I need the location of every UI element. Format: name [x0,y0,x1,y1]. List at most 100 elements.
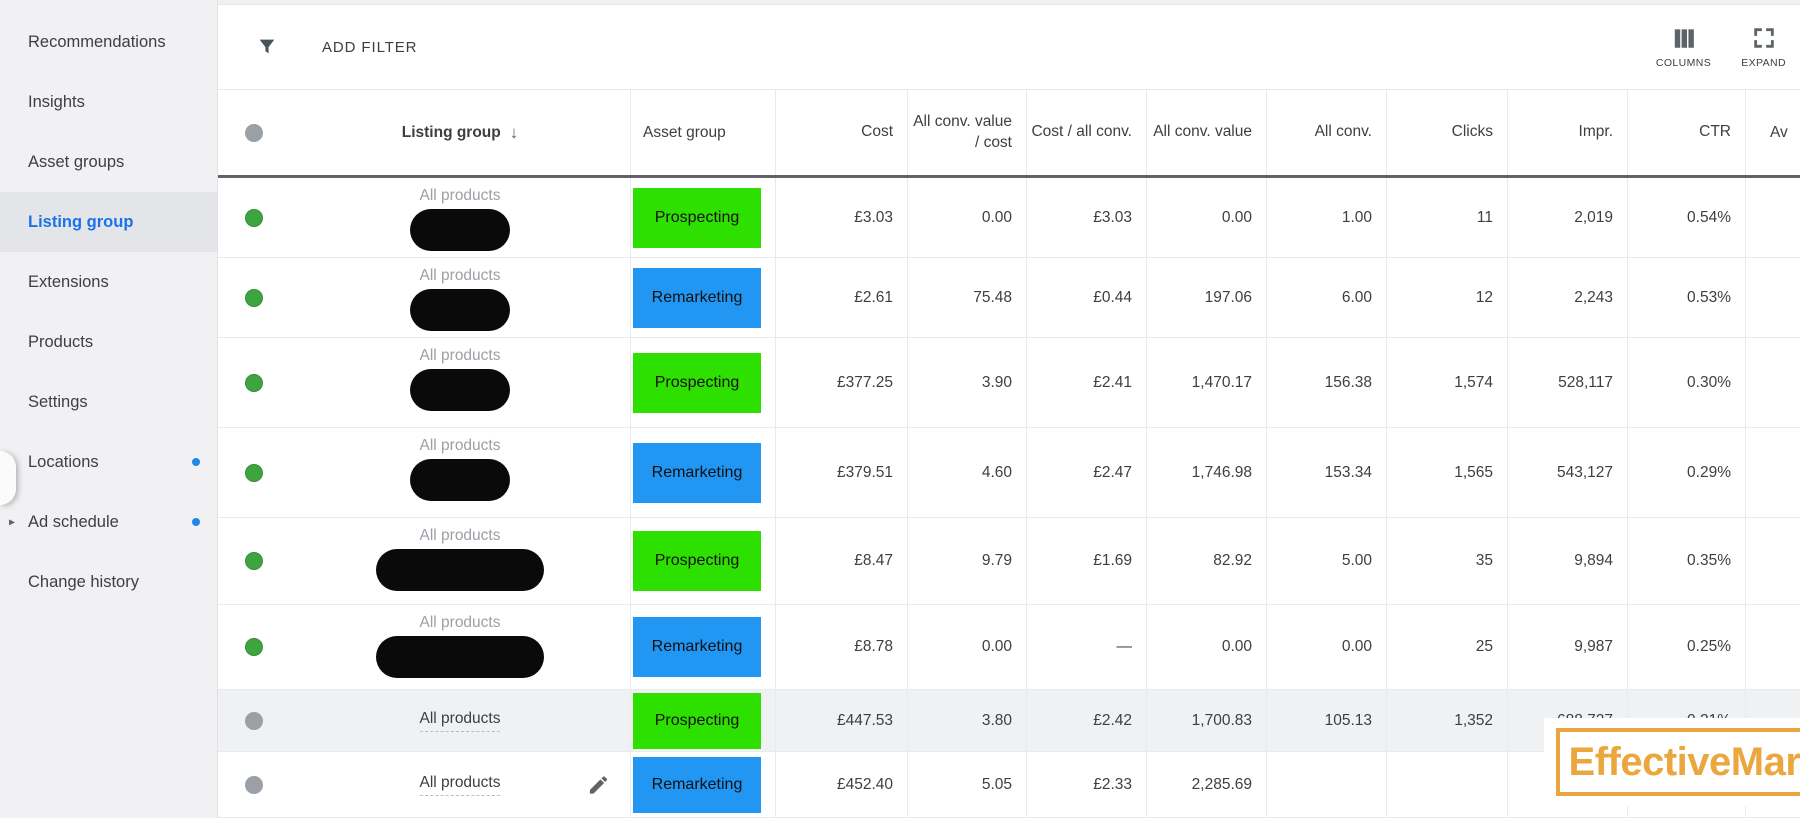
clicks-cell: 1,574 [1386,338,1507,427]
sidebar-item-label: Listing group [28,213,133,232]
asset-group-cell: Prospecting [630,338,775,427]
asset-group-badge: Prospecting [633,693,761,749]
expand-button[interactable]: EXPAND [1741,25,1786,69]
notification-dot-icon [192,518,200,526]
all-conv-value-cell: 82.92 [1146,518,1266,604]
table-row[interactable]: All products Prospecting £377.25 3.90 £2… [218,338,1800,428]
columns-label: COLUMNS [1656,57,1711,69]
listing-group-label: All products [420,710,501,732]
sidebar-item-ad-schedule[interactable]: ▸ Ad schedule [0,492,217,552]
clicks-cell: 11 [1386,178,1507,257]
ctr-cell: 0.53% [1627,258,1745,337]
asset-group-badge: Prospecting [633,531,761,591]
status-cell [218,428,290,517]
status-cell [218,752,290,817]
ctr-cell: 0.30% [1627,338,1745,427]
listing-group-label: All products [420,267,501,285]
sidebar-item-products[interactable]: ▸ Products [0,312,217,372]
asset-group-cell: Prospecting [630,690,775,751]
status-dot [245,638,263,656]
listing-group-cell[interactable]: All products [290,428,630,517]
sidebar-item-settings[interactable]: ▸ Settings [0,372,217,432]
status-dot [245,776,263,794]
header-all-conv-value[interactable]: All conv. value [1146,90,1266,175]
sidebar-item-label: Recommendations [28,33,166,52]
clicks-cell: 1,565 [1386,428,1507,517]
ctr-cell: 0.25% [1627,605,1745,689]
asset-group-cell: Prospecting [630,518,775,604]
header-listing-group[interactable]: Listing group ↓ [290,90,630,175]
header-all-conv[interactable]: All conv. [1266,90,1386,175]
sidebar-item-insights[interactable]: ▸ Insights [0,72,217,132]
table-row[interactable]: All products Remarketing £2.61 75.48 £0.… [218,258,1800,338]
avg-truncated-cell [1745,338,1800,427]
listing-group-cell[interactable]: All products [290,690,630,751]
ctr-cell: 0.54% [1627,178,1745,257]
redaction-bar [410,369,510,411]
status-dot [245,289,263,307]
listing-group-cell[interactable]: All products [290,605,630,689]
chevron-right-icon[interactable]: ▸ [9,514,15,528]
all-conv-value-cell: 1,700.83 [1146,690,1266,751]
header-impr[interactable]: Impr. [1507,90,1627,175]
status-cell [218,690,290,751]
all-conv-value-per-cost-cell: 9.79 [907,518,1026,604]
cost-per-all-conv-cell: £3.03 [1026,178,1146,257]
listing-group-label: All products [420,347,501,365]
table-row[interactable]: All products Remarketing £379.51 4.60 £2… [218,428,1800,518]
all-conv-cell: 6.00 [1266,258,1386,337]
listing-group-cell[interactable]: All products [290,178,630,257]
edit-icon[interactable] [587,773,610,796]
listing-group-cell[interactable]: All products [290,338,630,427]
table-row[interactable]: All products Remarketing £8.78 0.00 — 0.… [218,605,1800,690]
sidebar-item-recommendations[interactable]: ▸ Recommendations [0,12,217,72]
header-cost[interactable]: Cost [775,90,907,175]
sidebar-item-label: Locations [28,453,99,472]
header-asset-group[interactable]: Asset group [630,90,775,175]
listing-group-cell[interactable]: All products [290,518,630,604]
cost-cell: £8.47 [775,518,907,604]
listing-group-cell[interactable]: All products [290,752,630,817]
asset-group-badge: Prospecting [633,188,761,248]
cost-per-all-conv-cell: — [1026,605,1146,689]
asset-group-cell: Remarketing [630,605,775,689]
table-row[interactable]: All products Prospecting £8.47 9.79 £1.6… [218,518,1800,605]
header-cost-per-all-conv[interactable]: Cost / all conv. [1026,90,1146,175]
redaction-bar [410,209,510,251]
all-conv-value-per-cost-cell: 0.00 [907,178,1026,257]
all-conv-value-per-cost-cell: 75.48 [907,258,1026,337]
sidebar-item-locations[interactable]: ▸ Locations [0,432,217,492]
sidebar-item-extensions[interactable]: ▸ Extensions [0,252,217,312]
listing-group-cell[interactable]: All products [290,258,630,337]
columns-button[interactable]: COLUMNS [1656,25,1711,69]
header-all-conv-value-per-cost[interactable]: All conv. value / cost [907,90,1026,175]
header-clicks[interactable]: Clicks [1386,90,1507,175]
status-cell [218,178,290,257]
sort-descending-icon: ↓ [510,123,519,143]
sidebar-item-label: Products [28,333,93,352]
cost-cell: £452.40 [775,752,907,817]
sidebar-item-asset-groups[interactable]: ▸ Asset groups [0,132,217,192]
cost-per-all-conv-cell: £2.47 [1026,428,1146,517]
sidebar: ▸ Recommendations ▸ Insights ▸ Asset gro… [0,0,218,818]
add-filter-button[interactable]: ADD FILTER [256,36,417,58]
all-conv-value-cell: 0.00 [1146,178,1266,257]
status-dot [245,552,263,570]
cost-per-all-conv-cell: £2.33 [1026,752,1146,817]
avg-truncated-cell [1745,518,1800,604]
sidebar-item-label: Asset groups [28,153,124,172]
sidebar-item-listing-group[interactable]: ▸ Listing group [0,192,217,252]
all-conv-cell: 153.34 [1266,428,1386,517]
impr-cell: 9,894 [1507,518,1627,604]
header-ctr[interactable]: CTR [1627,90,1745,175]
status-cell [218,518,290,604]
header-listing-group-label: Listing group [402,124,501,142]
all-conv-cell: 0.00 [1266,605,1386,689]
header-avg-truncated[interactable]: Av [1745,90,1800,175]
sidebar-item-change-history[interactable]: ▸ Change history [0,552,217,612]
header-status-column [218,90,290,175]
clicks-cell: 25 [1386,605,1507,689]
table-row[interactable]: All products Prospecting £3.03 0.00 £3.0… [218,178,1800,258]
table-toolbar: ADD FILTER COLUMNS EXPAND [218,5,1800,90]
drawer-handle[interactable] [0,451,16,505]
